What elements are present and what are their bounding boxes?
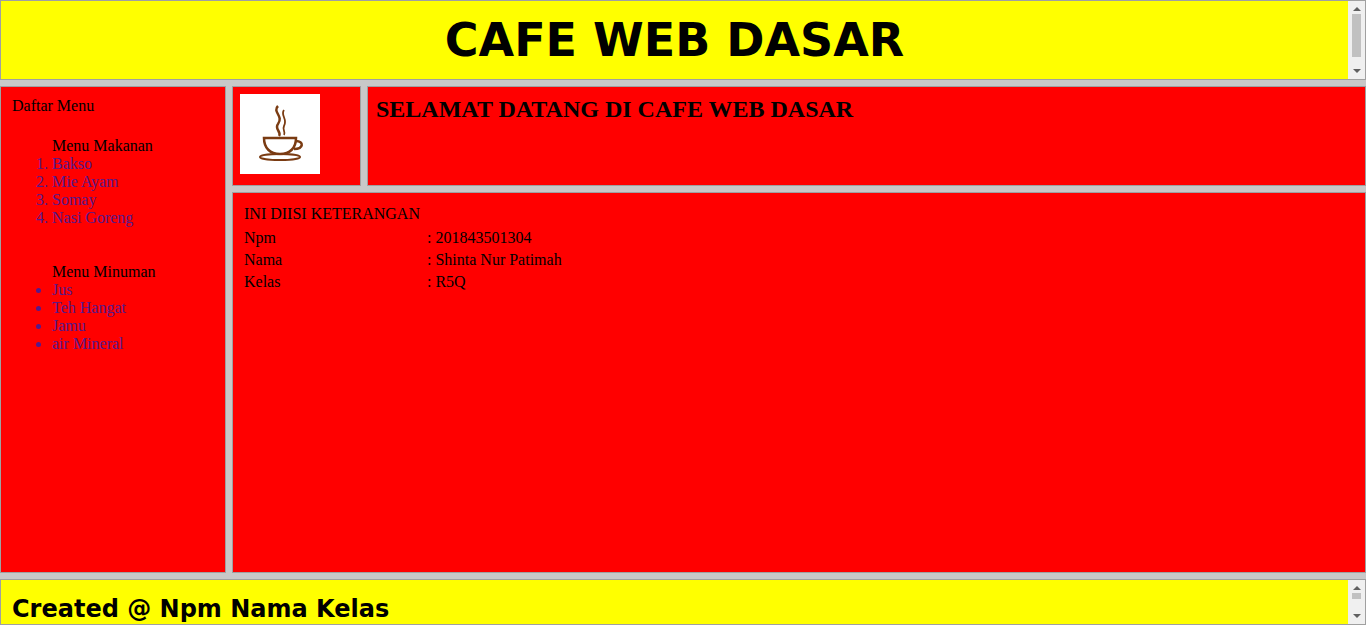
coffee-logo-icon: [240, 94, 320, 174]
footer-wrap: Created @ Npm Nama Kelas: [1, 580, 1348, 624]
menu-item: Jus: [52, 281, 214, 299]
content-heading: INI DIISI KETERANGAN: [244, 205, 1354, 223]
menu-group: Menu MakananBaksoMie AyamSomayNasi Goren…: [12, 137, 214, 227]
info-row: Npm: 201843501304: [244, 227, 562, 249]
banner-row: SELAMAT DATANG DI CAFE WEB DASAR: [232, 86, 1366, 186]
menu-item: Nasi Goreng: [52, 209, 214, 227]
info-label: Nama: [244, 249, 427, 271]
menu-group-title: Menu Minuman: [12, 263, 214, 281]
menu-list: BaksoMie AyamSomayNasi Goreng: [12, 155, 214, 227]
menu-link[interactable]: Somay: [52, 191, 96, 208]
menu-group: Menu MinumanJusTeh HangatJamuair Mineral: [12, 263, 214, 353]
info-value: : R5Q: [427, 271, 562, 293]
menu-item: Jamu: [52, 317, 214, 335]
menu-link[interactable]: Jamu: [52, 317, 86, 334]
main-area: SELAMAT DATANG DI CAFE WEB DASAR INI DIIS…: [232, 86, 1366, 573]
scroll-down-icon[interactable]: [1353, 614, 1361, 618]
menu-item: Bakso: [52, 155, 214, 173]
menu-item: Mie Ayam: [52, 173, 214, 191]
menu-link[interactable]: Teh Hangat: [52, 299, 126, 316]
welcome-heading: SELAMAT DATANG DI CAFE WEB DASAR: [376, 95, 1357, 123]
scroll-thumb[interactable]: [1352, 593, 1361, 599]
info-value: : 201843501304: [427, 227, 562, 249]
info-row: Nama: Shinta Nur Patimah: [244, 249, 562, 271]
content-frame: INI DIISI KETERANGAN Npm: 201843501304Nam…: [232, 192, 1366, 573]
footer-frame: Created @ Npm Nama Kelas: [0, 579, 1366, 625]
info-table: Npm: 201843501304Nama: Shinta Nur Patima…: [244, 227, 562, 293]
info-value: : Shinta Nur Patimah: [427, 249, 562, 271]
sidebar: Daftar Menu Menu MakananBaksoMie AyamSoma…: [0, 86, 226, 573]
scrollbar[interactable]: [1348, 580, 1365, 624]
logo-frame: [232, 86, 361, 186]
scroll-track[interactable]: [1348, 593, 1365, 611]
page-title: CAFE WEB DASAR: [445, 12, 904, 68]
header-frame: CAFE WEB DASAR: [0, 0, 1366, 80]
menu-link[interactable]: Bakso: [52, 155, 92, 172]
sidebar-title: Daftar Menu: [12, 97, 214, 115]
info-label: Kelas: [244, 271, 427, 293]
footer-text: Created @ Npm Nama Kelas: [1, 580, 1348, 624]
menu-link[interactable]: Jus: [52, 281, 72, 298]
menu-link[interactable]: air Mineral: [52, 335, 124, 352]
scroll-down-icon[interactable]: [1353, 69, 1361, 73]
menu-item: Somay: [52, 191, 214, 209]
scrollbar[interactable]: [1348, 1, 1365, 79]
scroll-thumb[interactable]: [1352, 14, 1361, 57]
menu-group-title: Menu Makanan: [12, 137, 214, 155]
header-title-wrap: CAFE WEB DASAR: [1, 1, 1348, 79]
scroll-up-icon[interactable]: [1353, 586, 1361, 590]
menu-list: JusTeh HangatJamuair Mineral: [12, 281, 214, 353]
banner-frame: SELAMAT DATANG DI CAFE WEB DASAR: [367, 86, 1366, 186]
menu-item: air Mineral: [52, 335, 214, 353]
menu-link[interactable]: Nasi Goreng: [52, 209, 133, 226]
info-row: Kelas: R5Q: [244, 271, 562, 293]
info-label: Npm: [244, 227, 427, 249]
scroll-track[interactable]: [1348, 14, 1365, 66]
menu-item: Teh Hangat: [52, 299, 214, 317]
scroll-up-icon[interactable]: [1353, 7, 1361, 11]
menu-link[interactable]: Mie Ayam: [52, 173, 119, 190]
middle-area: Daftar Menu Menu MakananBaksoMie AyamSoma…: [0, 86, 1366, 573]
